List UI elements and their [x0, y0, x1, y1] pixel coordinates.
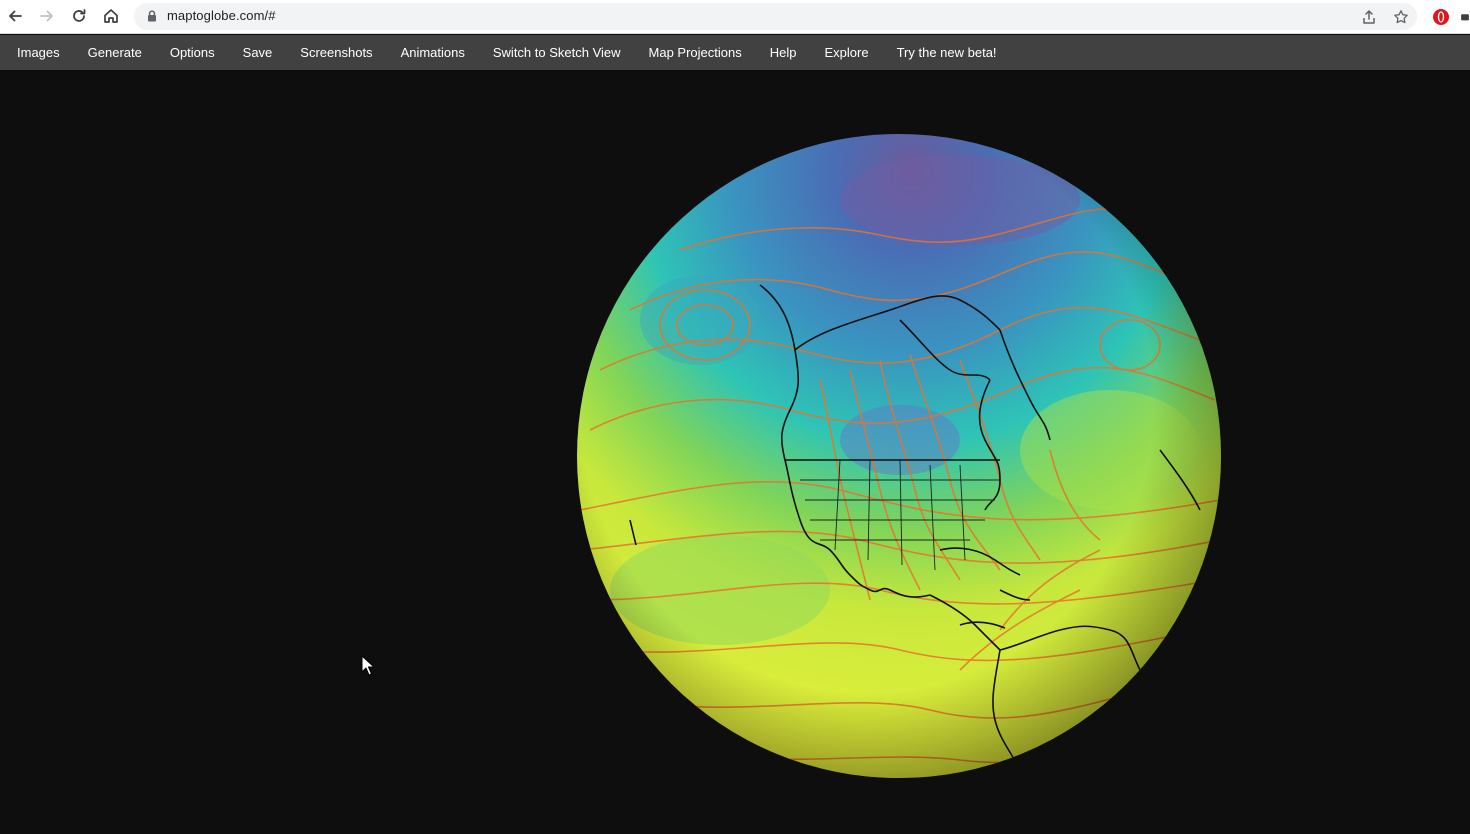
reload-icon: [73, 9, 86, 22]
menu-item-sketch-view[interactable]: Switch to Sketch View: [479, 35, 635, 70]
menu-item-screenshots[interactable]: Screenshots: [286, 35, 386, 70]
bookmark-button[interactable]: [1391, 7, 1411, 27]
menu-item-explore[interactable]: Explore: [811, 35, 883, 70]
globe-viewport[interactable]: [0, 70, 1470, 834]
extension-overflow-icon[interactable]: [1460, 6, 1470, 28]
opera-extension-button[interactable]: [1430, 6, 1452, 28]
menu-item-options[interactable]: Options: [156, 35, 229, 70]
globe: [577, 134, 1221, 778]
url-text: maptoglobe.com/#: [167, 8, 276, 23]
menu-item-animations[interactable]: Animations: [387, 35, 479, 70]
address-bar[interactable]: maptoglobe.com/#: [134, 3, 1417, 30]
home-button[interactable]: [99, 4, 123, 28]
menu-item-new-beta[interactable]: Try the new beta!: [883, 35, 1011, 70]
arrow-right-icon: [40, 10, 53, 22]
home-icon: [104, 9, 118, 23]
opera-extension-icon: [1433, 9, 1449, 25]
forward-button[interactable]: [35, 4, 59, 28]
menu-item-save[interactable]: Save: [229, 35, 287, 70]
puzzle-icon: [1461, 14, 1469, 21]
globe-canvas[interactable]: [0, 70, 1470, 834]
mouse-cursor-icon: [361, 655, 375, 676]
back-button[interactable]: [3, 4, 27, 28]
main-menu: Images Generate Options Save Screenshots…: [0, 35, 1470, 70]
menu-item-help[interactable]: Help: [756, 35, 811, 70]
arrow-left-icon: [9, 10, 22, 22]
share-icon: [1363, 10, 1375, 24]
share-button[interactable]: [1359, 7, 1379, 27]
reload-button[interactable]: [67, 4, 91, 28]
menu-item-images[interactable]: Images: [3, 35, 74, 70]
lock-icon: [148, 10, 156, 22]
menu-item-generate[interactable]: Generate: [74, 35, 156, 70]
star-icon: [1394, 10, 1408, 24]
browser-toolbar: maptoglobe.com/#: [0, 0, 1470, 34]
menu-item-map-projections[interactable]: Map Projections: [635, 35, 756, 70]
